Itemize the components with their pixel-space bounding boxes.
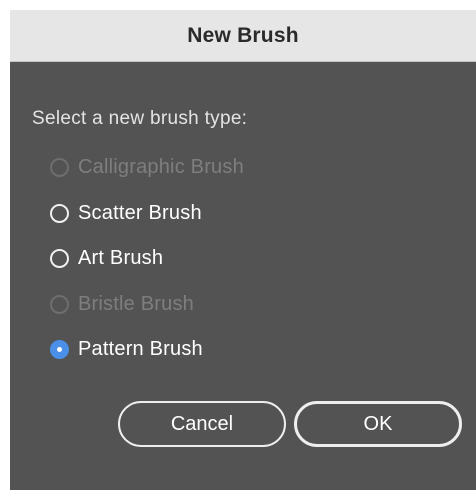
radio-button-icon — [50, 294, 69, 314]
option-label: Bristle Brush — [78, 292, 194, 315]
radio-button-icon[interactable] — [50, 248, 69, 268]
radio-button-selected-icon[interactable] — [50, 339, 69, 359]
option-calligraphic-brush: Calligraphic Brush — [50, 154, 244, 180]
ok-button[interactable]: OK — [294, 401, 462, 447]
option-art-brush[interactable]: Art Brush — [50, 245, 163, 271]
option-label: Calligraphic Brush — [78, 155, 244, 178]
brush-type-prompt: Select a new brush type: — [32, 108, 248, 129]
radio-button-icon[interactable] — [50, 203, 69, 223]
option-bristle-brush: Bristle Brush — [50, 291, 194, 317]
option-label: Scatter Brush — [78, 201, 202, 224]
option-pattern-brush[interactable]: Pattern Brush — [50, 336, 203, 362]
option-label: Art Brush — [78, 246, 164, 269]
radio-button-icon — [50, 157, 69, 177]
new-brush-dialog: New Brush Select a new brush type: Calli… — [10, 10, 476, 490]
cancel-button[interactable]: Cancel — [118, 401, 286, 447]
option-scatter-brush[interactable]: Scatter Brush — [50, 200, 202, 226]
dialog-titlebar: New Brush — [10, 10, 476, 62]
dialog-title: New Brush — [187, 23, 299, 47]
option-label: Pattern Brush — [78, 337, 203, 360]
